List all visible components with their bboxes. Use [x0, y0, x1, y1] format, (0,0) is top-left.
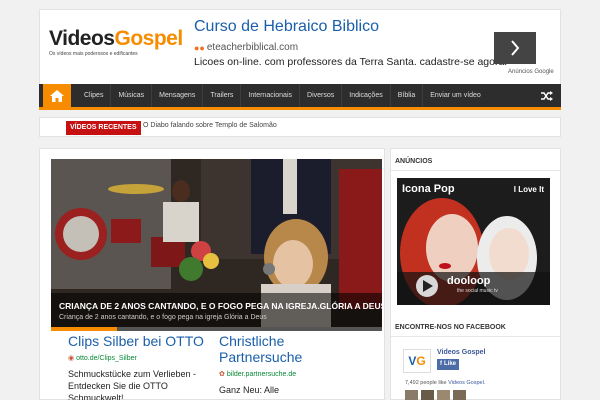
slide-caption[interactable]: CRIANÇA DE 2 ANOS CANTANDO, E O FOGO PEG… — [51, 293, 382, 327]
chevron-right-icon — [511, 40, 520, 56]
nav-item-internacionais[interactable]: Internacionais — [241, 84, 301, 107]
slider-progress-fill — [51, 327, 118, 331]
text-ad-url[interactable]: ✿ bilder.partnersuche.de — [219, 370, 369, 379]
nav-item-biblia[interactable]: Bíblia — [391, 84, 424, 107]
avatar-letter-g: G — [416, 354, 426, 368]
nav-item-musicas[interactable]: Músicas — [111, 84, 153, 107]
ad-favicon-icon: ●● — [194, 42, 205, 53]
avatar[interactable] — [453, 390, 466, 400]
divider — [391, 336, 560, 337]
banner-song: I Love It — [513, 185, 544, 194]
facebook-page-avatar[interactable]: VG — [403, 349, 431, 373]
logo-word-videos: Videos — [49, 27, 115, 50]
nav-item-mensagens[interactable]: Mensagens — [152, 84, 204, 107]
nav-item-clipes[interactable]: Clipes — [77, 84, 112, 107]
slide-title[interactable]: CRIANÇA DE 2 ANOS CANTANDO, E O FOGO PEG… — [59, 301, 382, 311]
slide-description: Criança de 2 anos cantando, e o fogo peg… — [59, 314, 267, 321]
ad-favicon-icon: ◉ — [68, 355, 75, 362]
facebook-like-label: Like — [444, 361, 457, 367]
text-ad-title[interactable]: Christliche Partnersuche — [219, 333, 369, 365]
facebook-count-link[interactable]: Videos Gospel. — [448, 380, 485, 386]
home-icon — [50, 89, 64, 102]
text-ad-title[interactable]: Clips Silber bei OTTO — [68, 333, 218, 349]
site-logo[interactable]: VideosGospel Os vídeos mais poderosos e … — [49, 27, 183, 58]
facebook-fan-avatars — [405, 390, 466, 400]
header-ad-arrow-button[interactable] — [494, 32, 536, 64]
text-ad-partnersuche[interactable]: Christliche Partnersuche ✿ bilder.partne… — [219, 333, 369, 396]
nav-item-trailers[interactable]: Trailers — [203, 84, 242, 107]
recent-videos-bar: VÍDEOS RECENTES O Diabo falando sobre Te… — [39, 117, 561, 137]
sidebar: ANÚNCIOS Icona Pop I Love It dooloop the… — [390, 148, 561, 400]
header-ad-title[interactable]: Curso de Hebraico Biblico — [194, 18, 379, 36]
featured-slider[interactable]: CRIANÇA DE 2 ANOS CANTANDO, E O FOGO PEG… — [51, 159, 382, 327]
ad-attribution[interactable]: Anúncios Google — [508, 69, 554, 75]
header-ad-url[interactable]: ●● eteacherbiblical.com — [194, 42, 298, 53]
nav-item-enviar-video[interactable]: Enviar um vídeo — [423, 84, 488, 107]
divider — [391, 170, 560, 171]
text-ad-otto[interactable]: Clips Silber bei OTTO ◉ otto.de/Clips_Si… — [68, 333, 218, 400]
avatar[interactable] — [421, 390, 434, 400]
facebook-f-icon: f — [440, 361, 442, 367]
facebook-count-text: 7,492 people like — [405, 380, 447, 386]
ad-favicon-icon: ✿ — [219, 371, 225, 378]
banner-artist: Icona Pop — [402, 183, 455, 195]
shuffle-icon — [541, 90, 553, 101]
facebook-like-count: 7,492 people like Videos Gospel. — [405, 380, 485, 386]
avatar[interactable] — [437, 390, 450, 400]
text-ad-body: Ganz Neu: Alle — [219, 385, 280, 395]
text-ad-url-text: otto.de/Clips_Silber — [76, 354, 137, 362]
text-ad-url-text: bilder.partnersuche.de — [226, 370, 297, 378]
sidebar-banner-ad[interactable]: Icona Pop I Love It dooloop the social m… — [397, 178, 550, 305]
logo-wordmark: VideosGospel — [49, 27, 183, 50]
nav-home-button[interactable] — [43, 84, 71, 107]
nav-item-diversos[interactable]: Diversos — [300, 84, 343, 107]
header-ad-url-text: eteacherbiblical.com — [206, 42, 299, 53]
sidebar-facebook-heading: ENCONTRE-NOS NO FACEBOOK — [395, 324, 506, 331]
slider-progress — [51, 327, 382, 331]
avatar-letter-v: V — [408, 354, 417, 368]
main-content: CRIANÇA DE 2 ANOS CANTANDO, E O FOGO PEG… — [39, 148, 385, 400]
banner-brand: dooloop — [447, 275, 491, 287]
main-nav: Clipes Músicas Mensagens Trailers Intern… — [39, 84, 561, 110]
text-ad-body: Schmuckstücke zum Verlieben - Entdecken … — [68, 369, 197, 400]
avatar[interactable] — [405, 390, 418, 400]
logo-word-gospel: Gospel — [114, 27, 183, 50]
header-ad-description: Licoes on-line. com professores da Terra… — [194, 56, 508, 68]
site-header: VideosGospel Os vídeos mais poderosos e … — [39, 9, 561, 87]
recent-videos-label: VÍDEOS RECENTES — [66, 121, 141, 135]
recent-video-link[interactable]: O Diabo falando sobre Templo de Salomão — [143, 122, 277, 129]
facebook-page-name[interactable]: Videos Gospel — [437, 349, 486, 356]
header-ad[interactable]: Curso de Hebraico Biblico ●● eteacherbib… — [192, 16, 557, 80]
logo-tagline: Os vídeos mais poderosos e edificantes — [49, 51, 138, 57]
sidebar-ads-heading: ANÚNCIOS — [395, 158, 433, 165]
nav-item-indicacoes[interactable]: Indicações — [342, 84, 391, 107]
random-video-button[interactable] — [539, 88, 555, 103]
facebook-like-box: VG Videos Gospel f Like 7,492 people lik… — [397, 345, 555, 400]
facebook-like-button[interactable]: f Like — [437, 359, 460, 370]
text-ad-url[interactable]: ◉ otto.de/Clips_Silber — [68, 354, 218, 363]
banner-brand-tagline: the social music tv — [457, 288, 498, 294]
nav-menu: Clipes Músicas Mensagens Trailers Intern… — [77, 84, 488, 107]
